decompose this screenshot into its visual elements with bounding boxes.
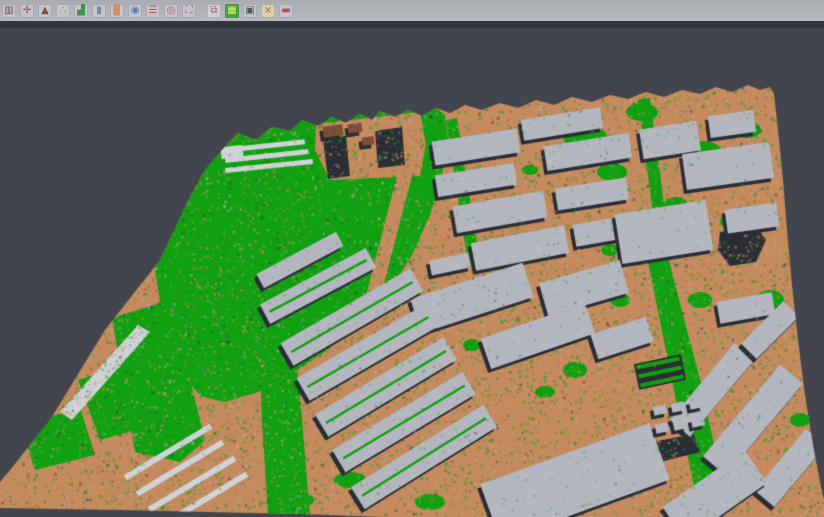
open-project-icon[interactable]: ▥ [2, 4, 16, 18]
clip-box-icon[interactable]: ⧉ [207, 4, 221, 18]
select-area-icon[interactable]: ⛶ [182, 4, 196, 18]
mesh-icon[interactable]: ▣ [243, 4, 257, 18]
orthophoto-icon[interactable]: ▉ [110, 4, 124, 18]
toolbar-separator [200, 4, 207, 18]
pick-point-icon[interactable]: ◎ [164, 4, 178, 18]
measure-icon[interactable]: ▬ [279, 4, 293, 18]
point-cloud-icon[interactable]: ∴ [56, 4, 70, 18]
viewport-canvas[interactable] [0, 28, 824, 517]
classification-icon[interactable]: ▦ [225, 4, 239, 18]
3d-viewport[interactable] [0, 28, 824, 517]
dem-icon[interactable]: ▟ [74, 4, 88, 18]
erase-icon[interactable]: ⨯ [261, 4, 275, 18]
terrain-icon[interactable]: ▲ [38, 4, 52, 18]
profile-icon[interactable]: ▮ [92, 4, 106, 18]
fit-view-icon[interactable]: ✛ [20, 4, 34, 18]
application-window: ▥ ✛ ▲ ∴ ▟ ▮ ▉ ◉ ☰ ◎ ⛶ ⧉ ▦ ▣ ⨯ ▬ [0, 0, 824, 517]
toolbar-edge [0, 21, 824, 28]
globe-icon[interactable]: ◉ [128, 4, 142, 18]
toolbar: ▥ ✛ ▲ ∴ ▟ ▮ ▉ ◉ ☰ ◎ ⛶ ⧉ ▦ ▣ ⨯ ▬ [0, 0, 824, 21]
class-list-icon[interactable]: ☰ [146, 4, 160, 18]
